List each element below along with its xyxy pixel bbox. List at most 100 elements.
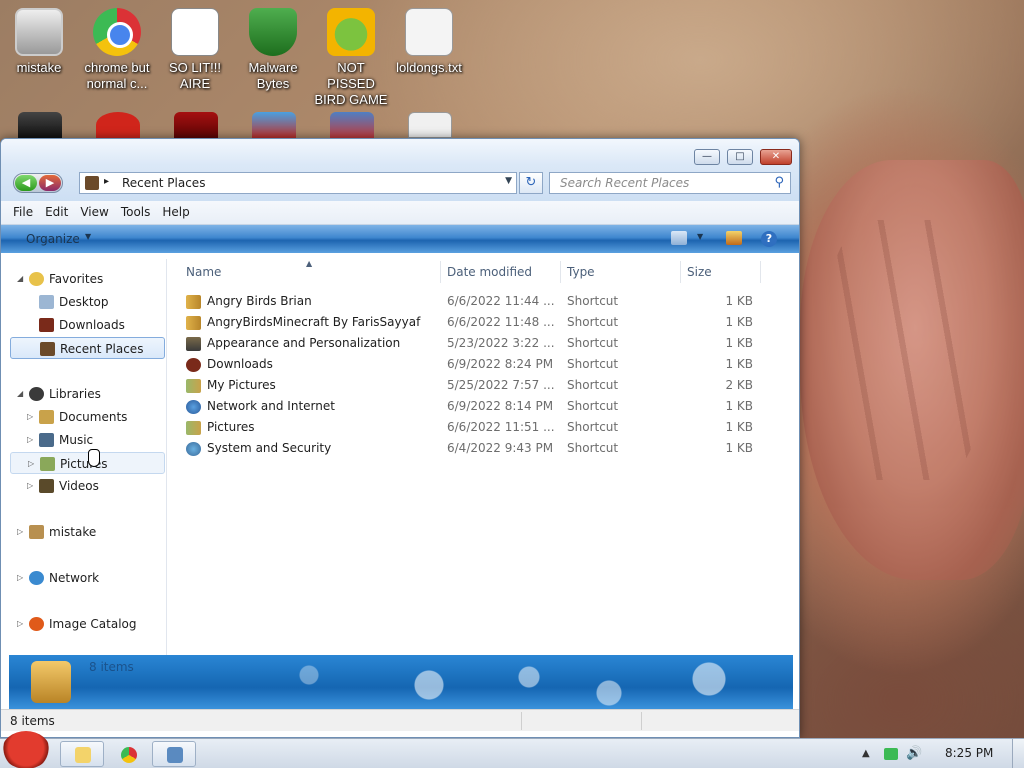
view-dropdown-icon[interactable]: ▼ [697, 232, 703, 241]
expand-arrow-icon[interactable]: ▷ [27, 475, 33, 497]
address-dropdown-icon[interactable]: ▼ [505, 176, 512, 186]
desktop-icon-bird-game[interactable]: NOT PISSED BIRD GAME [312, 8, 390, 108]
control-panel-icon [186, 337, 201, 351]
title-bar[interactable]: — □ ✕ [1, 139, 799, 165]
expand-arrow-icon[interactable]: ◢ [17, 383, 23, 405]
navigation-pane: ◢ Favorites Desktop Downloads Recent Pla… [1, 259, 167, 655]
start-button-angry-bird-icon[interactable] [2, 731, 50, 768]
maximize-button[interactable]: □ [727, 149, 753, 165]
flash-icon[interactable] [174, 112, 218, 138]
column-divider[interactable] [760, 261, 761, 283]
back-button[interactable]: ◀ [15, 175, 37, 191]
nav-recent-places[interactable]: Recent Places [10, 337, 165, 359]
file-type: Shortcut [567, 336, 619, 350]
column-header-type[interactable]: Type [567, 259, 677, 285]
file-name: Angry Birds Brian [207, 294, 312, 308]
minimize-button[interactable]: — [694, 149, 720, 165]
nav-label: Documents [59, 410, 128, 424]
text-file-icon[interactable] [408, 112, 452, 138]
angry-birds-icon[interactable] [252, 112, 296, 138]
desktop-icon-solitaire[interactable]: SO LIT!!! AIRE [156, 8, 234, 92]
nav-videos[interactable]: ▷ Videos [15, 475, 165, 497]
nav-libraries[interactable]: ◢ Libraries [15, 383, 165, 405]
preview-pane-icon[interactable] [726, 231, 742, 245]
nav-image-catalog[interactable]: ▷ Image Catalog [15, 613, 165, 635]
downloads-icon [39, 318, 54, 332]
menu-help[interactable]: Help [156, 201, 195, 219]
column-divider[interactable] [560, 261, 561, 283]
opera-icon[interactable] [96, 112, 140, 138]
desktop-icon-mistake[interactable]: mistake [0, 8, 78, 76]
file-size: 1 KB [725, 315, 753, 329]
recent-places-icon [40, 342, 55, 356]
navigation-bar: ◀ ▶ ▸ Recent Places ▼ ↻ Search Recent Pl… [1, 165, 799, 201]
volume-icon[interactable]: 🔊 [906, 746, 922, 761]
table-row[interactable]: Appearance and Personalization 5/23/2022… [168, 333, 799, 354]
taskbar-chrome-button[interactable] [106, 741, 150, 767]
menu-view[interactable]: View [74, 201, 114, 219]
search-input[interactable]: Search Recent Places ⚲ [549, 172, 791, 194]
nav-documents[interactable]: ▷ Documents [15, 406, 165, 428]
status-item-count: 8 items [10, 714, 55, 728]
nav-arrows: ◀ ▶ [13, 173, 63, 193]
breadcrumb[interactable]: Recent Places [122, 176, 205, 190]
breadcrumb-chevron-icon[interactable]: ▸ [104, 176, 109, 187]
menu-file[interactable]: File [1, 201, 39, 219]
desktop-icon-malwarebytes[interactable]: Malware Bytes [234, 8, 312, 92]
table-row[interactable]: Angry Birds Brian 6/6/2022 11:44 ... Sho… [168, 291, 799, 312]
expand-arrow-icon[interactable]: ▷ [17, 613, 23, 635]
chevron-down-icon[interactable]: ▼ [85, 232, 91, 241]
expand-arrow-icon[interactable]: ◢ [17, 268, 23, 290]
desktop-icon-label: SO LIT!!! AIRE [168, 60, 221, 91]
table-row[interactable]: My Pictures 5/25/2022 7:57 ... Shortcut … [168, 375, 799, 396]
file-date: 6/6/2022 11:48 ... [447, 315, 555, 329]
view-options-icon[interactable] [671, 231, 687, 245]
address-bar[interactable]: ▸ Recent Places ▼ [79, 172, 517, 194]
column-header-size[interactable]: Size [687, 259, 757, 285]
nav-desktop[interactable]: Desktop [15, 291, 165, 313]
downloads-icon [186, 358, 201, 372]
chrome-icon [121, 747, 137, 763]
organize-button[interactable]: Organize [26, 232, 80, 246]
forward-button[interactable]: ▶ [39, 175, 61, 191]
desktop-icon-chrome[interactable]: chrome but normal c... [78, 8, 156, 92]
nav-favorites[interactable]: ◢ Favorites [15, 268, 165, 290]
menu-edit[interactable]: Edit [39, 201, 74, 219]
close-button[interactable]: ✕ [760, 149, 792, 165]
show-hidden-icons-icon[interactable]: ▲ [862, 748, 870, 759]
clock[interactable]: 8:25 PM [945, 746, 993, 760]
help-icon[interactable]: ? [761, 231, 777, 247]
table-row[interactable]: Pictures 6/6/2022 11:51 ... Shortcut 1 K… [168, 417, 799, 438]
search-icon[interactable]: ⚲ [774, 175, 784, 190]
taskbar-explorer-button[interactable] [60, 741, 104, 767]
nav-label: Desktop [59, 295, 109, 309]
refresh-button[interactable]: ↻ [519, 172, 543, 194]
table-row[interactable]: System and Security 6/4/2022 9:43 PM Sho… [168, 438, 799, 459]
table-row[interactable]: Downloads 6/9/2022 8:24 PM Shortcut 1 KB [168, 354, 799, 375]
nav-downloads[interactable]: Downloads [15, 314, 165, 336]
table-row[interactable]: AngryBirdsMinecraft By FarisSayyaf 6/6/2… [168, 312, 799, 333]
nav-music[interactable]: ▷ Music [15, 429, 165, 451]
nav-mistake[interactable]: ▷ mistake [15, 521, 165, 543]
column-divider[interactable] [680, 261, 681, 283]
angry-birds-space-icon[interactable] [330, 112, 374, 138]
expand-arrow-icon[interactable]: ▷ [17, 567, 23, 589]
expand-arrow-icon[interactable]: ▷ [27, 429, 33, 451]
expand-arrow-icon[interactable]: ▷ [27, 406, 33, 428]
pictures-icon [186, 379, 201, 393]
trash-icon[interactable] [18, 112, 62, 138]
menu-tools[interactable]: Tools [115, 201, 157, 219]
desktop-icon-label: Malware Bytes [248, 60, 298, 91]
battery-icon[interactable] [884, 748, 898, 760]
table-row[interactable]: Network and Internet 6/9/2022 8:14 PM Sh… [168, 396, 799, 417]
nav-network[interactable]: ▷ Network [15, 567, 165, 589]
show-desktop-button[interactable] [1012, 739, 1024, 768]
folder-icon [75, 747, 91, 763]
file-date: 6/4/2022 9:43 PM [447, 441, 554, 455]
desktop-icon-loldongs[interactable]: loldongs.txt [390, 8, 468, 76]
column-header-date-modified[interactable]: Date modified [447, 259, 562, 285]
taskbar-window-button[interactable] [152, 741, 196, 767]
column-divider[interactable] [440, 261, 441, 283]
expand-arrow-icon[interactable]: ▷ [17, 521, 23, 543]
expand-arrow-icon[interactable]: ▷ [28, 453, 34, 475]
